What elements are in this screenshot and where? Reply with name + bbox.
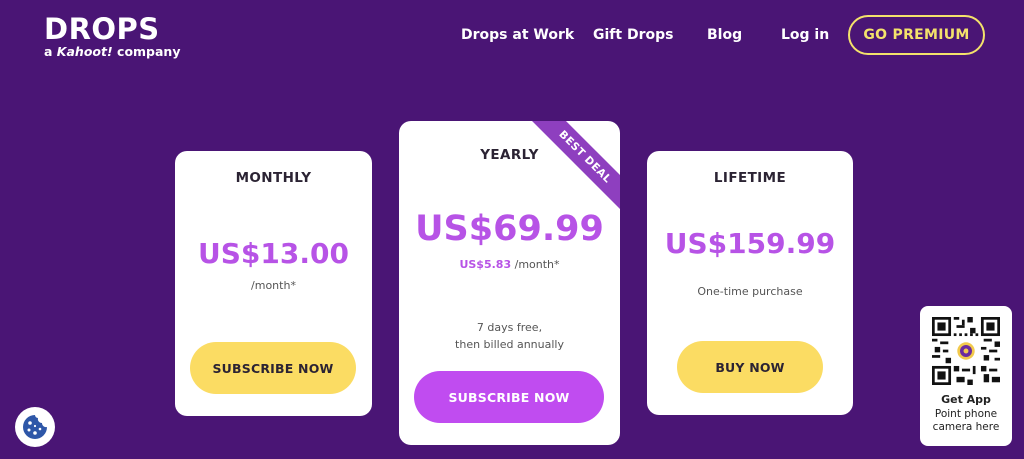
plan-note: One-time purchase (697, 285, 803, 298)
plan-title: LIFETIME (713, 170, 787, 186)
plan-card-yearly: YEARLY BEST DEAL US$69.99 US$5.83 /month… (399, 121, 620, 445)
plan-price: US$159.99 (664, 227, 836, 260)
plan-card-lifetime: LIFETIME US$159.99 One-time purchase BUY… (647, 151, 853, 415)
qr-code-icon (932, 317, 1000, 385)
nav-blog[interactable]: Blog (707, 27, 742, 43)
cookie-icon (23, 415, 47, 439)
get-app-desc: Point phone camera here (920, 408, 1012, 434)
ribbon-label: BEST DEAL (530, 121, 620, 211)
get-app-desc-line-2: camera here (932, 421, 1000, 433)
plan-sub-price-line: US$5.83 /month* (399, 256, 620, 273)
plan-period: /month* (251, 279, 296, 292)
get-app-widget[interactable]: Get App Point phone camera here (920, 306, 1012, 446)
buy-lifetime-button[interactable]: BUY NOW (677, 341, 823, 393)
cookie-settings-button[interactable] (15, 407, 55, 447)
get-app-desc-line-1: Point phone (934, 408, 998, 420)
subscribe-monthly-button[interactable]: SUBSCRIBE NOW (190, 342, 356, 394)
trial-note-line-2: then billed annually (455, 338, 564, 351)
trial-note-line-1: 7 days free, (476, 321, 543, 334)
plan-price: US$69.99 (415, 209, 604, 249)
get-app-title: Get App (941, 393, 991, 406)
plan-trial-note: 7 days free, then billed annually (399, 319, 620, 353)
nav-gift-drops[interactable]: Gift Drops (593, 27, 673, 43)
plan-price: US$13.00 (198, 237, 349, 270)
plan-sub-price: US$5.83 (459, 258, 512, 271)
plan-sub-period: /month* (514, 258, 560, 271)
plan-title: MONTHLY (235, 170, 312, 186)
go-premium-button[interactable]: GO PREMIUM (848, 15, 985, 55)
nav-drops-at-work[interactable]: Drops at Work (461, 27, 574, 43)
subscribe-yearly-button[interactable]: SUBSCRIBE NOW (414, 371, 604, 423)
nav-log-in[interactable]: Log in (781, 27, 829, 43)
best-deal-ribbon: BEST DEAL (530, 121, 620, 211)
plan-card-monthly: MONTHLY US$13.00 /month* SUBSCRIBE NOW (175, 151, 372, 416)
